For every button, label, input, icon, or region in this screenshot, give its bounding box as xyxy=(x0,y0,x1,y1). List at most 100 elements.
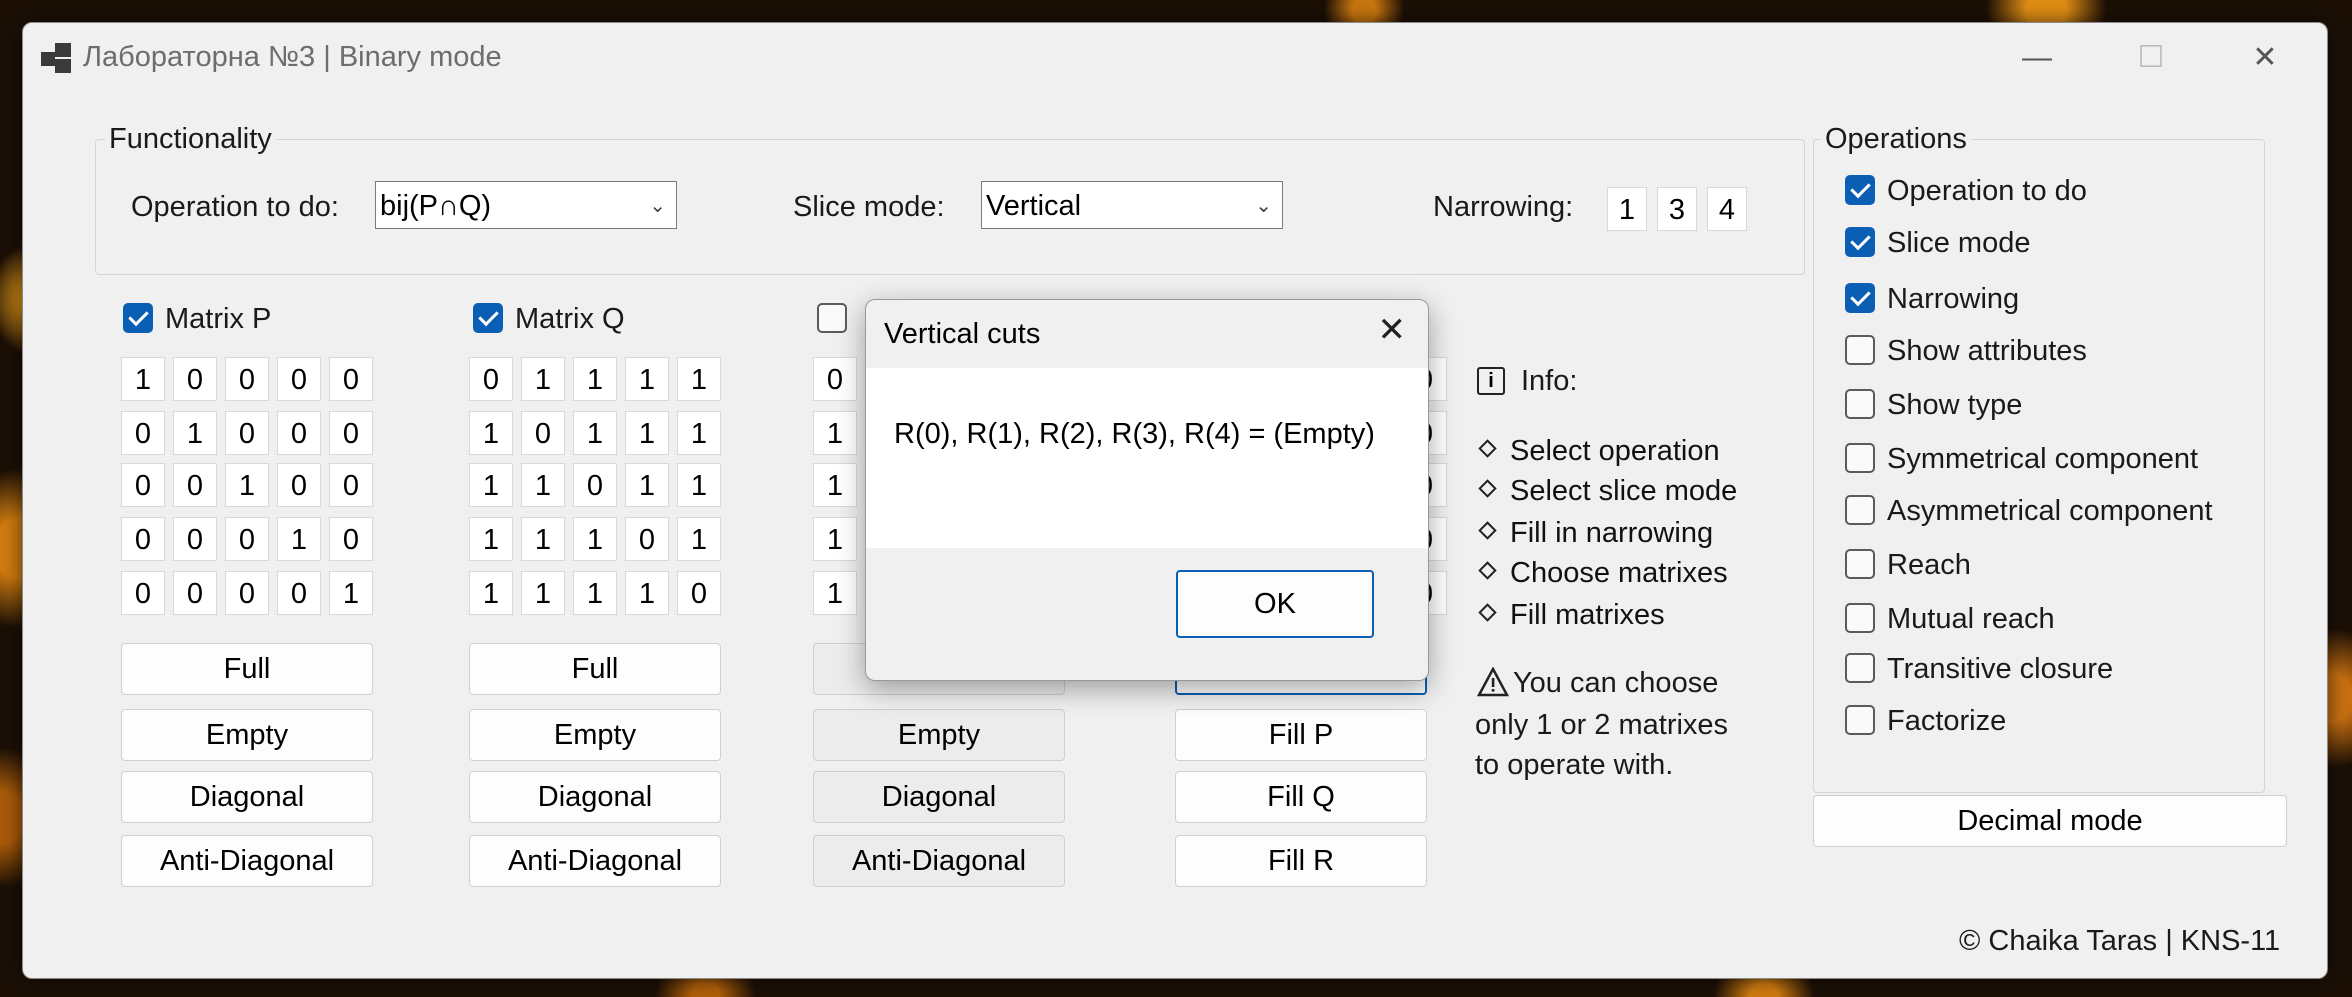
dialog-close-button[interactable]: ✕ xyxy=(1378,310,1407,350)
matrix-q-cell[interactable]: 1 xyxy=(469,571,513,615)
title-bar[interactable]: Лабораторна №3 | Binary mode — ☐ ✕ xyxy=(23,23,2327,93)
matrix-q-cell[interactable]: 1 xyxy=(521,357,565,401)
narrowing-input-1[interactable]: 1 xyxy=(1607,187,1647,231)
slice-mode-value: Vertical xyxy=(986,190,1082,222)
matrix-p-cell[interactable]: 1 xyxy=(173,411,217,455)
op-checkbox-reach[interactable] xyxy=(1845,549,1875,579)
matrix-p-cell[interactable]: 0 xyxy=(329,463,373,507)
matrix-p-cell[interactable]: 0 xyxy=(329,411,373,455)
matrix-p-cell[interactable]: 0 xyxy=(277,411,321,455)
matrix-p-diagonal-button[interactable]: Diagonal xyxy=(121,771,373,823)
matrix-r-cell[interactable]: 0 xyxy=(813,357,857,401)
matrix-q-cell[interactable]: 1 xyxy=(469,517,513,561)
slice-mode-select[interactable]: Vertical ⌄ xyxy=(981,181,1283,229)
dialog-ok-button[interactable]: OK xyxy=(1176,570,1374,638)
op-checkbox-symmetrical-component[interactable] xyxy=(1845,443,1875,473)
matrix-p-cell[interactable]: 0 xyxy=(121,571,165,615)
matrix-q-cell[interactable]: 1 xyxy=(573,357,617,401)
matrix-q-cell[interactable]: 0 xyxy=(573,463,617,507)
matrix-p-cell[interactable]: 0 xyxy=(173,517,217,561)
matrix-p-checkbox[interactable] xyxy=(123,303,153,333)
op-checkbox-transitive-closure[interactable] xyxy=(1845,653,1875,683)
matrix-q-cell[interactable]: 1 xyxy=(625,463,669,507)
matrix-p-anti-diagonal-button[interactable]: Anti-Diagonal xyxy=(121,835,373,887)
op-checkbox-show-attributes[interactable] xyxy=(1845,335,1875,365)
minimize-button[interactable]: — xyxy=(1997,33,2077,83)
matrix-p-cell[interactable]: 0 xyxy=(173,463,217,507)
fill-r-button[interactable]: Fill R xyxy=(1175,835,1427,887)
matrix-q-cell[interactable]: 1 xyxy=(625,571,669,615)
matrix-p-label: Matrix P xyxy=(165,303,272,335)
matrix-p-empty-button[interactable]: Empty xyxy=(121,709,373,761)
matrix-p-cell[interactable]: 0 xyxy=(225,517,269,561)
matrix-q-cell[interactable]: 1 xyxy=(573,517,617,561)
matrix-q-full-button[interactable]: Full xyxy=(469,643,721,695)
matrix-p-cell[interactable]: 0 xyxy=(225,357,269,401)
op-checkbox-asymmetrical-component[interactable] xyxy=(1845,495,1875,525)
matrix-p-cell[interactable]: 0 xyxy=(277,357,321,401)
maximize-icon: ☐ xyxy=(2137,41,2165,74)
narrowing-input-2[interactable]: 3 xyxy=(1657,187,1697,231)
matrix-q-diagonal-button[interactable]: Diagonal xyxy=(469,771,721,823)
op-checkbox-factorize[interactable] xyxy=(1845,705,1875,735)
matrix-q-cell[interactable]: 1 xyxy=(469,463,513,507)
matrix-r-cell[interactable]: 1 xyxy=(813,571,857,615)
matrix-q-cell[interactable]: 1 xyxy=(469,411,513,455)
decimal-mode-button[interactable]: Decimal mode xyxy=(1813,795,2287,847)
matrix-q-cell[interactable]: 0 xyxy=(677,571,721,615)
matrix-q-checkbox[interactable] xyxy=(473,303,503,333)
op-checkbox-narrowing[interactable] xyxy=(1845,283,1875,313)
matrix-r-anti-diagonal-button[interactable]: Anti-Diagonal xyxy=(813,835,1065,887)
op-checkbox-slice-mode[interactable] xyxy=(1845,227,1875,257)
matrix-p-cell[interactable]: 0 xyxy=(225,571,269,615)
matrix-q-cell[interactable]: 1 xyxy=(677,411,721,455)
matrix-p-cell[interactable]: 0 xyxy=(173,357,217,401)
matrix-p-full-button[interactable]: Full xyxy=(121,643,373,695)
matrix-p-cell[interactable]: 1 xyxy=(225,463,269,507)
matrix-r-cell[interactable]: 1 xyxy=(813,517,857,561)
matrix-p-cell[interactable]: 0 xyxy=(121,463,165,507)
matrix-q-cell[interactable]: 1 xyxy=(573,571,617,615)
matrix-p-cell[interactable]: 0 xyxy=(121,411,165,455)
matrix-q-cell[interactable]: 0 xyxy=(625,517,669,561)
matrix-r-cell[interactable]: 1 xyxy=(813,463,857,507)
matrix-p-cell[interactable]: 1 xyxy=(121,357,165,401)
matrix-q-cell[interactable]: 1 xyxy=(677,463,721,507)
warning-text-line: only 1 or 2 matrixes xyxy=(1475,709,1729,741)
matrix-r-checkbox[interactable] xyxy=(817,303,847,333)
matrix-q-cell[interactable]: 1 xyxy=(521,463,565,507)
matrix-p-cell[interactable]: 0 xyxy=(225,411,269,455)
matrix-q-anti-diagonal-button[interactable]: Anti-Diagonal xyxy=(469,835,721,887)
matrix-q-cell[interactable]: 1 xyxy=(521,571,565,615)
matrix-p-cell[interactable]: 0 xyxy=(329,517,373,561)
matrix-q-cell[interactable]: 1 xyxy=(573,411,617,455)
matrix-q-cell[interactable]: 0 xyxy=(469,357,513,401)
close-button[interactable]: ✕ xyxy=(2225,33,2305,83)
matrix-p-cell[interactable]: 0 xyxy=(277,571,321,615)
matrix-p-cell[interactable]: 1 xyxy=(329,571,373,615)
op-checkbox-mutual-reach[interactable] xyxy=(1845,603,1875,633)
maximize-button[interactable]: ☐ xyxy=(2111,33,2191,83)
matrix-q-cell[interactable]: 1 xyxy=(625,411,669,455)
op-checkbox-show-type[interactable] xyxy=(1845,389,1875,419)
narrowing-input-3[interactable]: 4 xyxy=(1707,187,1747,231)
matrix-p-cell[interactable]: 0 xyxy=(329,357,373,401)
matrix-q-cell[interactable]: 0 xyxy=(521,411,565,455)
matrix-r-empty-button[interactable]: Empty xyxy=(813,709,1065,761)
matrix-p-cell[interactable]: 1 xyxy=(277,517,321,561)
matrix-r-diagonal-button[interactable]: Diagonal xyxy=(813,771,1065,823)
operation-select[interactable]: bij(P∩Q) ⌄ xyxy=(375,181,677,229)
fill-p-button[interactable]: Fill P xyxy=(1175,709,1427,761)
fill-q-button[interactable]: Fill Q xyxy=(1175,771,1427,823)
matrix-p-cell[interactable]: 0 xyxy=(277,463,321,507)
dialog-title: Vertical cuts xyxy=(884,318,1041,350)
matrix-q-cell[interactable]: 1 xyxy=(677,357,721,401)
matrix-p-cell[interactable]: 0 xyxy=(121,517,165,561)
matrix-p-cell[interactable]: 0 xyxy=(173,571,217,615)
matrix-q-cell[interactable]: 1 xyxy=(625,357,669,401)
op-checkbox-operation-to-do[interactable] xyxy=(1845,175,1875,205)
matrix-q-cell[interactable]: 1 xyxy=(521,517,565,561)
matrix-r-cell[interactable]: 1 xyxy=(813,411,857,455)
matrix-q-empty-button[interactable]: Empty xyxy=(469,709,721,761)
matrix-q-cell[interactable]: 1 xyxy=(677,517,721,561)
